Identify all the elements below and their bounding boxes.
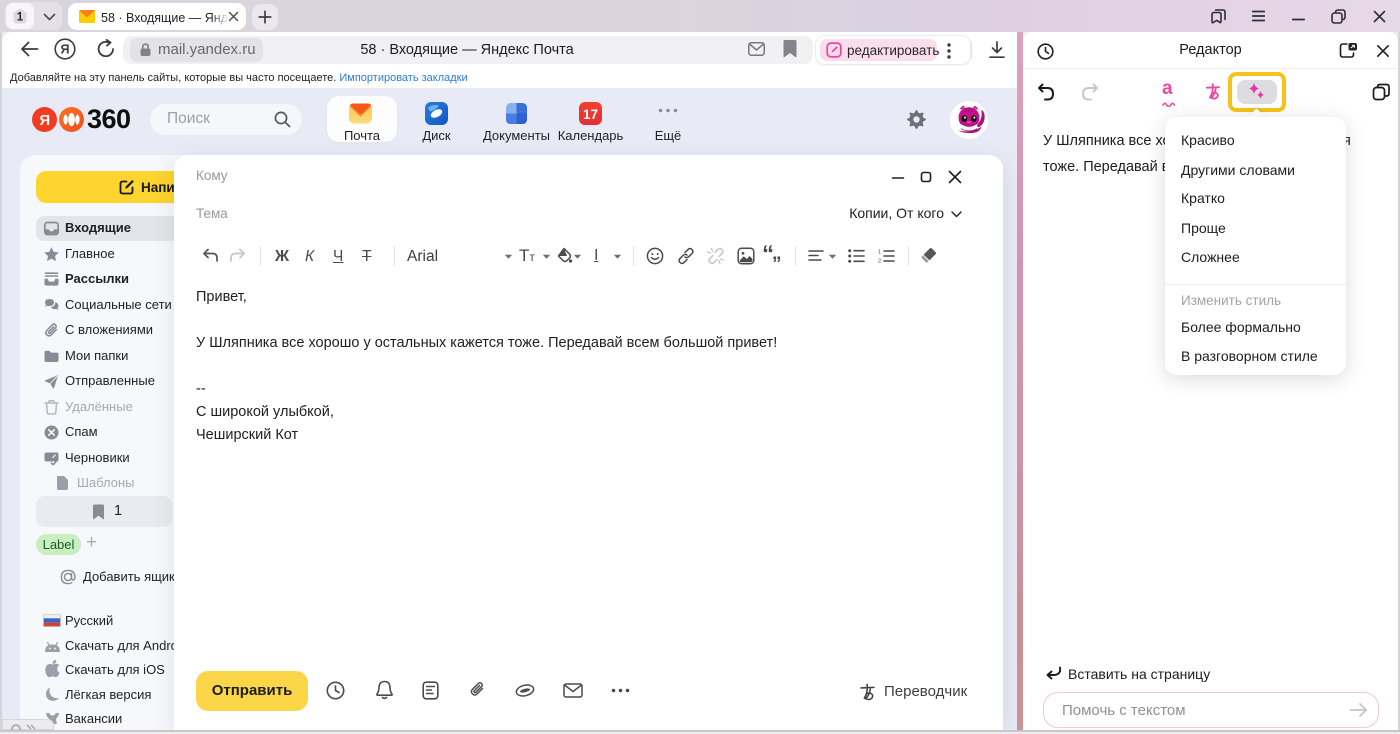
svg-text:1: 1: [17, 12, 24, 24]
svg-text:17: 17: [583, 107, 598, 122]
svg-text:1: 1: [878, 250, 881, 256]
svg-text:2: 2: [878, 259, 881, 264]
svg-text:Я: Я: [39, 112, 50, 129]
svg-text:Я: Я: [61, 43, 70, 57]
